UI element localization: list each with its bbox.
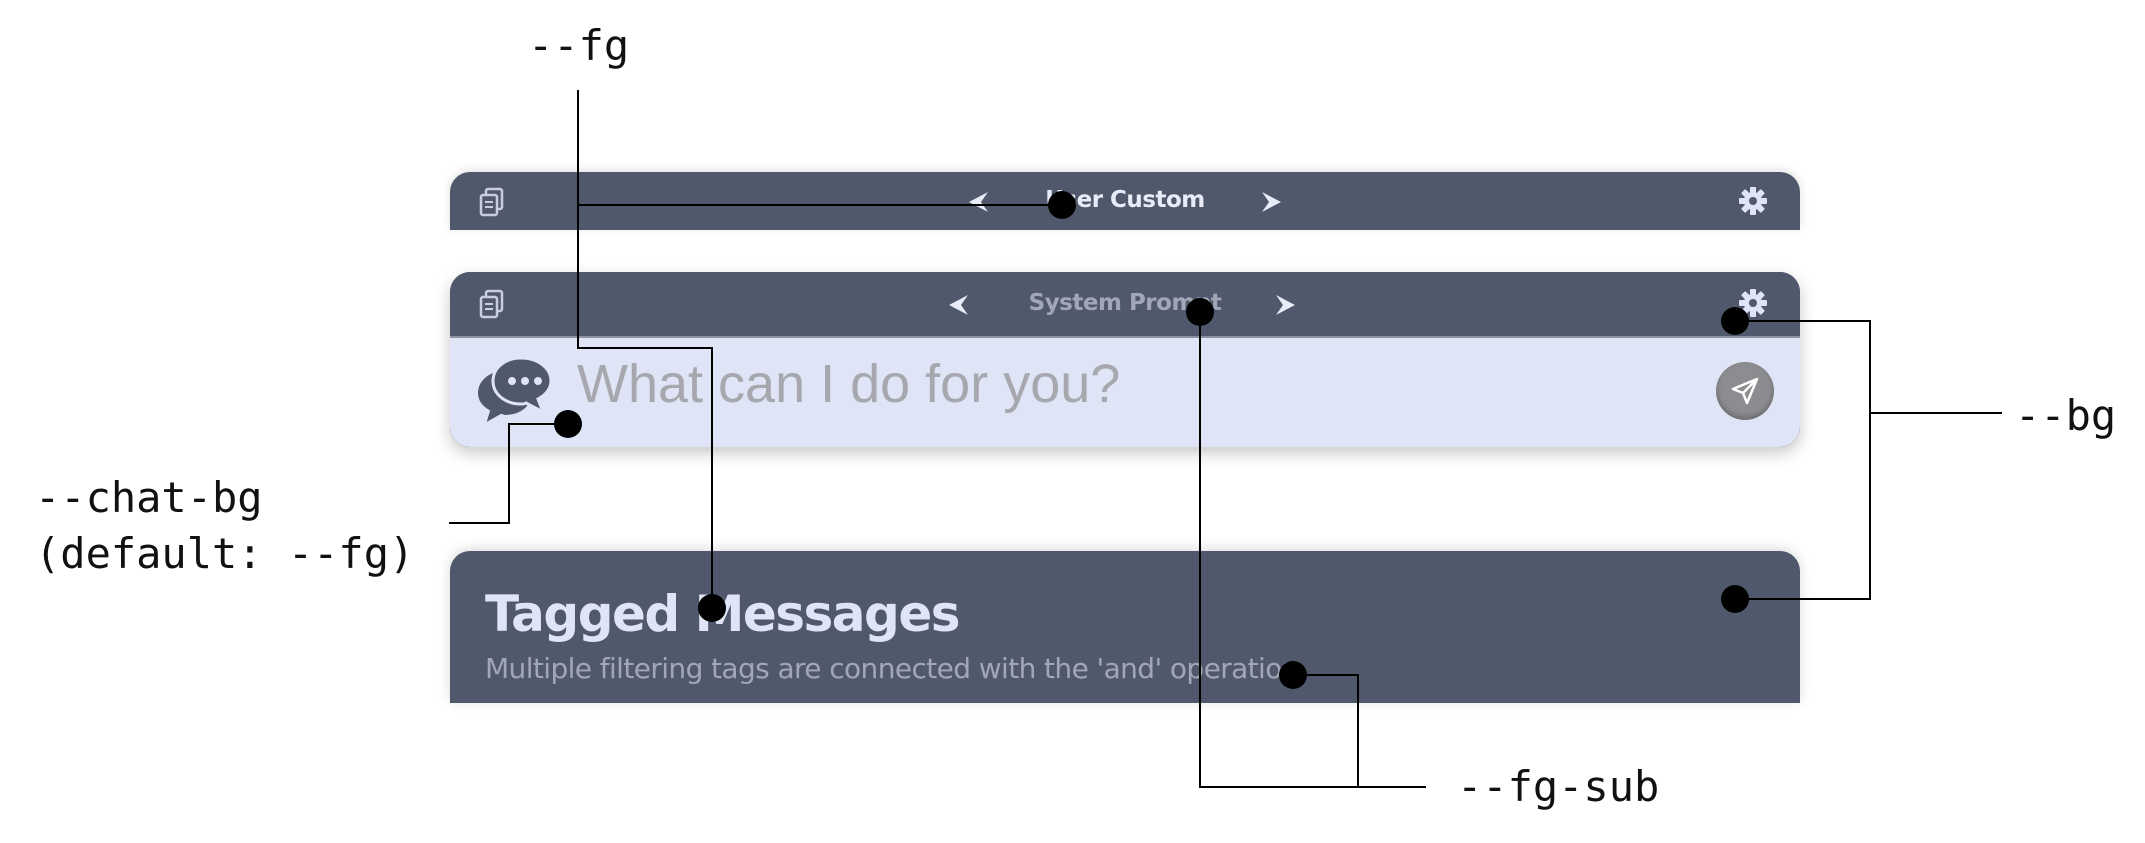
fg-marker-dot — [698, 594, 726, 622]
fg-connector-line — [577, 205, 713, 608]
annotation-overlay — [449, 90, 2002, 788]
fg-variable-label: --fg — [528, 21, 630, 70]
fg-sub-variable-label: --fg-sub — [1457, 762, 1660, 811]
bg-variable-label: --bg — [2015, 391, 2117, 440]
fg-sub-connector-line — [1199, 312, 1426, 788]
chat-bg-marker-dot — [554, 410, 582, 438]
bg-marker-dot — [1721, 585, 1749, 613]
chat-bg-default-note: (default: --fg) — [35, 529, 415, 578]
chat-bg-variable-label: --chat-bg — [35, 473, 263, 522]
fg-marker-dot — [1048, 191, 1076, 219]
fg-sub-marker-dot — [1279, 661, 1307, 689]
bg-marker-dot — [1721, 307, 1749, 335]
chat-bg-connector-line — [449, 423, 568, 524]
fg-sub-marker-dot — [1186, 298, 1214, 326]
fg-sub-connector-line — [1293, 674, 1359, 787]
fg-connector-line — [577, 90, 1062, 206]
bg-connector-line — [1735, 320, 1871, 600]
